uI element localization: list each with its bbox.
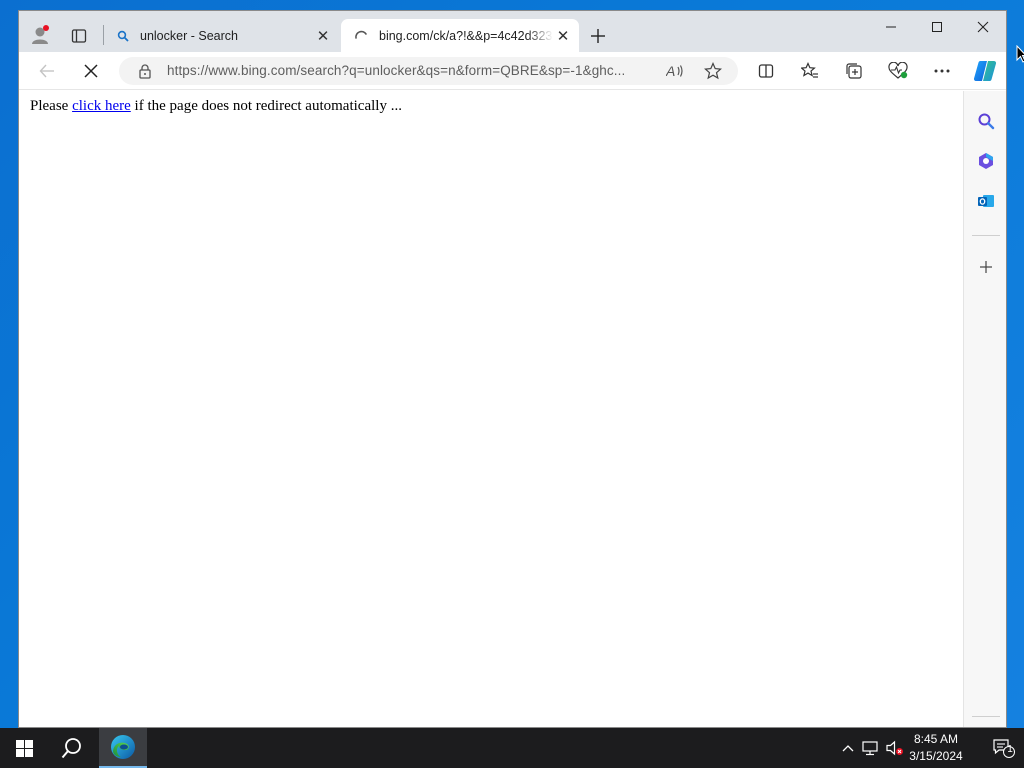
browser-essentials-button[interactable] (884, 57, 912, 85)
mouse-cursor-icon (1016, 45, 1024, 63)
lock-icon[interactable] (137, 63, 153, 79)
tab-title: unlocker - Search (140, 28, 238, 43)
stop-icon (84, 64, 98, 78)
sidebar-office-button[interactable] (974, 149, 998, 173)
favorites-button[interactable] (796, 57, 824, 85)
volume-button[interactable] (884, 728, 906, 768)
tab-title: bing.com/ck/a?!&&p=4c42d323 (379, 28, 553, 43)
notification-count: 1 (1007, 744, 1013, 755)
search-icon (115, 28, 131, 44)
start-button[interactable] (0, 728, 48, 768)
close-tab-icon[interactable]: ✕ (313, 26, 333, 46)
maximize-icon (932, 22, 942, 32)
navigation-toolbar: https://www.bing.com/search?q=unlocker&q… (19, 52, 1006, 90)
page-content: Please click here if the page does not r… (19, 91, 963, 727)
favorite-star-icon[interactable] (703, 61, 723, 81)
show-hidden-icons-button[interactable] (838, 728, 858, 768)
stop-loading-button[interactable] (77, 57, 105, 85)
edge-icon (111, 735, 135, 759)
split-screen-button[interactable] (752, 57, 780, 85)
tab-strip: unlocker - Search ✕ bing.com/ck/a?!&&p=4… (19, 11, 1006, 52)
sidebar-divider (972, 235, 1000, 236)
tab-bing-redirect[interactable]: bing.com/ck/a?!&&p=4c42d323 ✕ (341, 19, 579, 52)
click-here-link[interactable]: click here (72, 98, 131, 114)
sidebar-outlook-button[interactable] (974, 189, 998, 213)
copilot-button[interactable] (970, 57, 1000, 85)
clock-time: 8:45 AM (913, 732, 959, 746)
clock-date: 3/15/2024 (909, 749, 963, 763)
tab-actions-button[interactable] (67, 24, 91, 48)
taskbar-edge-button[interactable] (99, 728, 147, 768)
profile-button[interactable] (28, 23, 52, 47)
tab-actions-icon (71, 29, 87, 43)
redirect-prefix: Please (30, 98, 73, 114)
outlook-icon (978, 195, 994, 207)
network-icon (862, 741, 878, 756)
url-text[interactable]: https://www.bing.com/search?q=unlocker&q… (167, 63, 647, 78)
close-window-button[interactable] (960, 11, 1006, 43)
new-tab-button[interactable] (587, 25, 609, 47)
taskbar-search-button[interactable] (48, 728, 96, 768)
redirect-message: Please click here if the page does not r… (30, 98, 402, 115)
tab-separator (103, 25, 104, 45)
edge-sidebar (963, 91, 1006, 727)
plus-icon (980, 261, 992, 273)
window-controls (868, 11, 1006, 43)
address-bar[interactable]: https://www.bing.com/search?q=unlocker&q… (119, 57, 738, 85)
chevron-up-icon (842, 745, 854, 752)
search-icon (61, 738, 81, 759)
action-center-button[interactable]: 1 (984, 728, 1024, 768)
split-screen-icon (758, 64, 774, 78)
sidebar-add-button[interactable] (974, 255, 998, 279)
system-tray: 8:45 AM 3/15/2024 1 (824, 728, 1024, 768)
taskbar-clock[interactable]: 8:45 AM 3/15/2024 (904, 731, 968, 765)
collections-button[interactable] (840, 57, 868, 85)
taskbar: 8:45 AM 3/15/2024 1 (0, 728, 1024, 768)
tab-unlocker-search[interactable]: unlocker - Search ✕ (105, 19, 339, 52)
copilot-icon (973, 60, 997, 82)
office-icon (979, 153, 993, 169)
profile-icon (32, 25, 49, 44)
plus-icon (591, 29, 605, 43)
loading-spinner-icon (353, 28, 369, 44)
volume-muted-icon (886, 740, 903, 756)
close-tab-icon[interactable]: ✕ (553, 26, 573, 46)
settings-more-button[interactable] (928, 57, 956, 85)
back-arrow-icon (39, 64, 54, 78)
svg-text:A: A (666, 63, 675, 79)
back-button[interactable] (33, 57, 61, 85)
minimize-button[interactable] (868, 11, 914, 43)
maximize-button[interactable] (914, 11, 960, 43)
redirect-suffix: if the page does not redirect automatica… (130, 98, 402, 114)
favorites-icon (801, 62, 818, 78)
close-icon (977, 21, 989, 33)
network-status-button[interactable] (860, 728, 882, 768)
browser-window: unlocker - Search ✕ bing.com/ck/a?!&&p=4… (18, 10, 1007, 728)
sidebar-divider (972, 716, 1000, 717)
read-aloud-icon[interactable]: A (665, 61, 685, 81)
heart-pulse-icon (888, 62, 908, 79)
collections-icon (846, 63, 862, 79)
search-icon (978, 113, 995, 130)
sidebar-search-button[interactable] (974, 109, 998, 133)
more-icon (934, 69, 950, 73)
windows-logo-icon (15, 739, 33, 757)
minimize-icon (886, 26, 896, 28)
